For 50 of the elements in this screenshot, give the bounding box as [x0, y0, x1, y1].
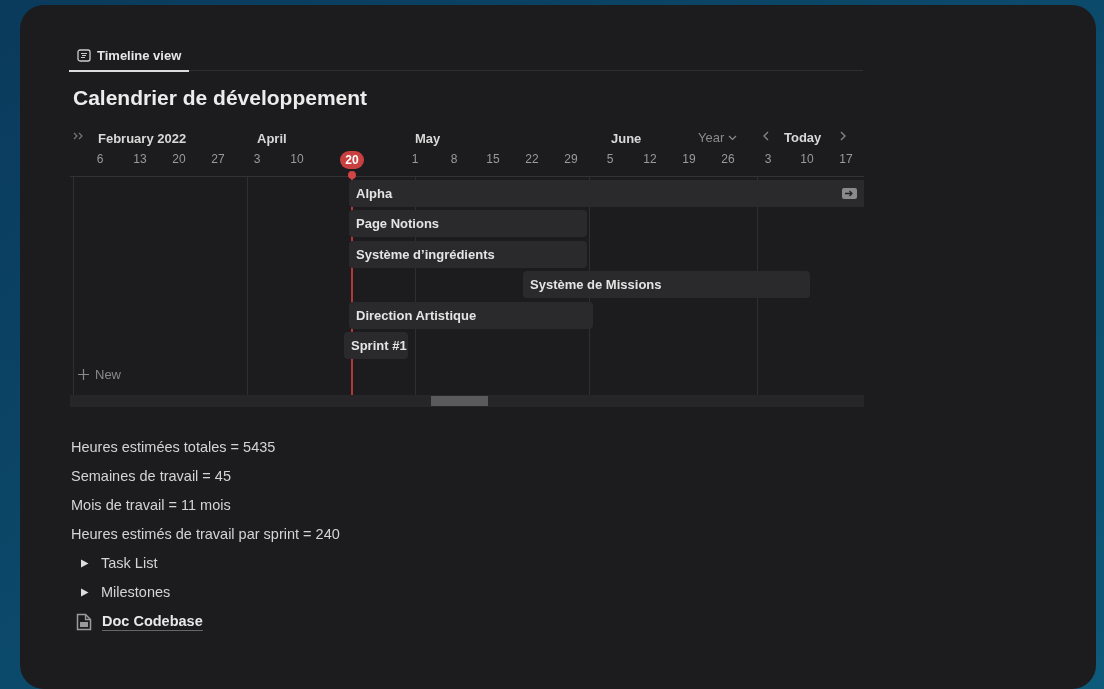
- page-link[interactable]: Doc Codebase: [102, 612, 203, 631]
- timeline-bar[interactable]: Page Notions: [349, 210, 587, 237]
- timeline-icon: [77, 49, 91, 62]
- week-label: 22: [525, 151, 539, 168]
- toggle-block[interactable]: Milestones: [71, 582, 340, 603]
- arrow-right-icon[interactable]: [842, 188, 857, 199]
- week-label: 17: [839, 151, 853, 168]
- week-label: 3: [764, 151, 772, 168]
- week-label: 3: [253, 151, 261, 168]
- text-line: Semaines de travail = 45: [71, 467, 232, 486]
- text-line: Heures estimés de travail par sprint = 240: [71, 525, 340, 544]
- today-date-badge: 20: [340, 151, 364, 169]
- previous-icon[interactable]: [763, 131, 769, 141]
- month-label: February 2022: [98, 130, 187, 148]
- week-label: 10: [800, 151, 814, 168]
- week-label: 26: [721, 151, 735, 168]
- scale-dropdown[interactable]: Year: [698, 128, 738, 148]
- week-label: 13: [133, 151, 147, 168]
- timeline-bar[interactable]: Système d’ingrédients: [349, 241, 587, 268]
- timeline-bar[interactable]: Système de Missions: [523, 271, 810, 298]
- week-label: 27: [211, 151, 225, 168]
- week-label: 5: [606, 151, 614, 168]
- collapse-icon[interactable]: [73, 132, 84, 140]
- month-label: April: [257, 130, 287, 148]
- week-label: 12: [643, 151, 657, 168]
- today-button[interactable]: Today: [784, 128, 822, 148]
- week-label: 8: [450, 151, 458, 168]
- document-icon: [76, 612, 92, 631]
- timeline-bar[interactable]: Alpha: [349, 180, 864, 207]
- timeline-bar[interactable]: Direction Artistique: [349, 302, 593, 329]
- month-label: May: [415, 130, 441, 148]
- page-title: Calendrier de développement: [73, 85, 368, 111]
- text-line: Heures estimées totales = 5435: [71, 438, 277, 457]
- week-label: 20: [172, 151, 186, 168]
- plus-icon: [78, 369, 89, 381]
- scrollbar-thumb[interactable]: [431, 396, 488, 406]
- week-label: 15: [486, 151, 500, 168]
- toggle-block[interactable]: Task List: [71, 553, 340, 574]
- view-tab[interactable]: Timeline view: [69, 41, 190, 72]
- text-line: Mois de travail = 11 mois: [71, 496, 232, 515]
- new-button[interactable]: New: [78, 365, 121, 385]
- week-label: 6: [96, 151, 104, 168]
- week-label: 1: [411, 151, 419, 168]
- week-label: 29: [564, 151, 578, 168]
- month-label: June: [611, 130, 642, 148]
- timeline-bar[interactable]: Sprint #1: [344, 332, 408, 359]
- next-icon[interactable]: [840, 131, 846, 141]
- week-label: 19: [682, 151, 696, 168]
- chevron-down-icon: [728, 134, 738, 141]
- week-label: 10: [290, 151, 304, 168]
